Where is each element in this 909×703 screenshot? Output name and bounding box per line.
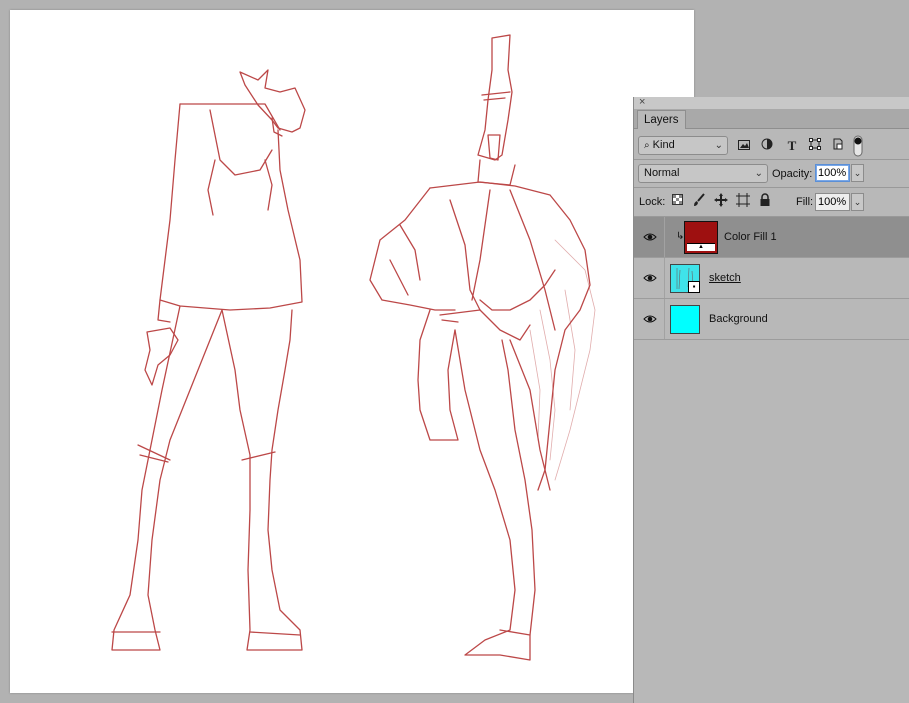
- layer-name: Color Fill 1: [724, 231, 777, 243]
- smart-object-badge-icon: ▪: [688, 281, 700, 293]
- shape-filter-icon[interactable]: [807, 138, 823, 154]
- eye-icon[interactable]: [643, 230, 657, 244]
- layer-name: sketch: [709, 272, 741, 284]
- opacity-label: Opacity:: [772, 168, 813, 180]
- layer-thumbnail-background: [670, 305, 700, 334]
- fill-input[interactable]: 100%: [815, 193, 850, 211]
- lock-transparent-icon[interactable]: [669, 193, 685, 209]
- eye-icon[interactable]: [643, 312, 657, 326]
- adjustment-filter-icon[interactable]: [759, 138, 775, 154]
- lock-paint-icon[interactable]: [691, 193, 707, 209]
- filter-toggle-icon[interactable]: [853, 135, 863, 157]
- layer-sketch[interactable]: ▪ sketch: [634, 258, 909, 299]
- lock-all-icon[interactable]: [757, 193, 773, 209]
- type-filter-icon[interactable]: T: [784, 138, 800, 154]
- fill-dropdown-button[interactable]: ⌄: [851, 193, 864, 211]
- opacity-input[interactable]: 100%: [815, 164, 850, 182]
- layer-background[interactable]: Background: [634, 299, 909, 340]
- fill-label: Fill:: [796, 196, 814, 208]
- close-icon[interactable]: ×: [639, 95, 645, 109]
- tab-layers[interactable]: Layers: [637, 110, 686, 129]
- filter-kind-dropdown[interactable]: ⌕ Kind ⌄: [638, 136, 728, 155]
- opacity-dropdown-button[interactable]: ⌄: [851, 164, 864, 182]
- sketch-artwork: [111, 34, 596, 661]
- layer-thumbnail-sketch: ▪: [670, 264, 700, 293]
- layers-list: ↳ ▲ Color Fill 1 ▪ sketch Background: [634, 217, 909, 342]
- layer-thumbnail-color-fill: ▲: [684, 221, 718, 254]
- lock-artboard-icon[interactable]: [735, 193, 751, 209]
- lock-position-icon[interactable]: [713, 193, 729, 209]
- layer-color-fill-1[interactable]: ↳ ▲ Color Fill 1: [634, 217, 909, 258]
- layer-name: Background: [709, 313, 768, 325]
- panel-tab-row: Layers: [634, 109, 909, 129]
- blend-mode-dropdown[interactable]: Normal ⌄: [638, 164, 768, 183]
- layers-panel: × Layers ⌕ Kind ⌄ T Normal ⌄ Opacity: 10…: [633, 95, 909, 703]
- image-filter-icon[interactable]: [736, 138, 752, 154]
- filter-kind-value: Kind: [652, 139, 675, 151]
- eye-icon[interactable]: [643, 271, 657, 285]
- chevron-down-icon: ⌄: [714, 140, 723, 151]
- document-canvas[interactable]: [10, 10, 694, 693]
- blend-mode-value: Normal: [644, 167, 680, 179]
- chevron-down-icon: ⌄: [754, 168, 763, 179]
- search-icon: ⌕: [644, 140, 650, 151]
- smart-object-filter-icon[interactable]: [830, 138, 846, 154]
- lock-label: Lock:: [639, 196, 666, 208]
